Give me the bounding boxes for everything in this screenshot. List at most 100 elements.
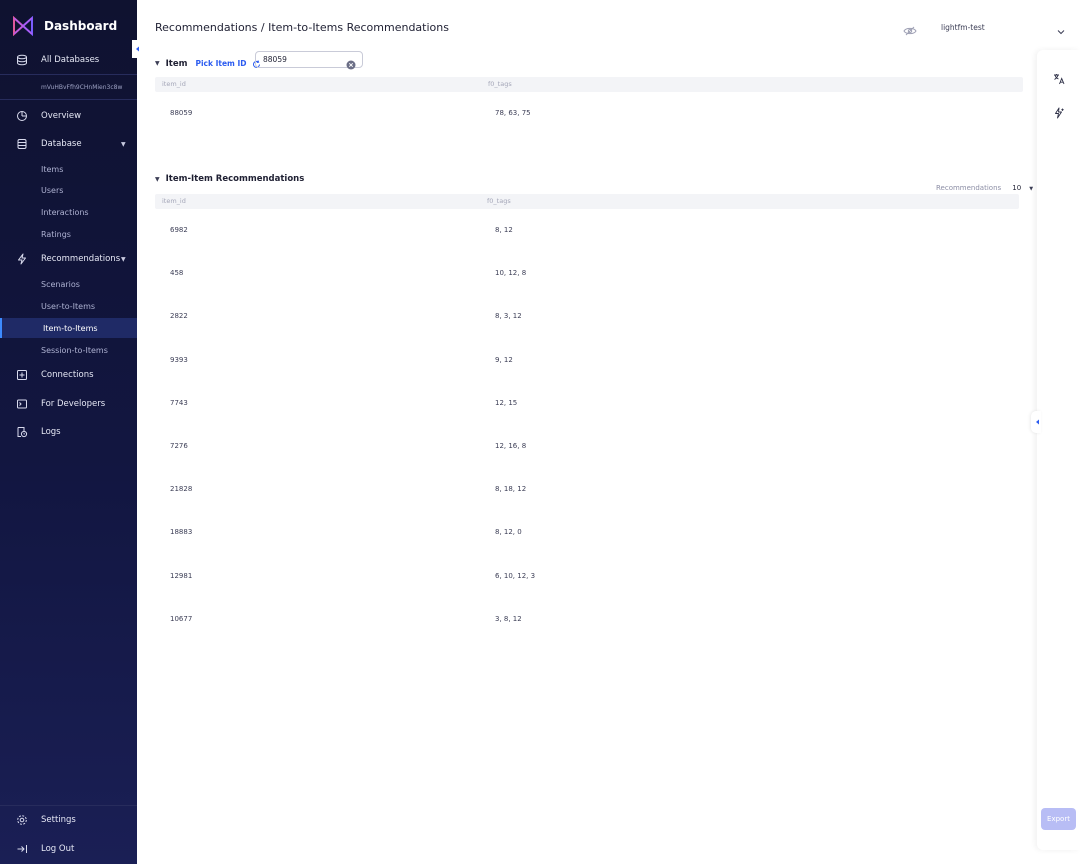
recommendations-count-select[interactable]: Recommendations 10 ▼ [936, 175, 1033, 194]
sidebar-item-all-databases[interactable]: All Databases [0, 49, 137, 71]
cell-item-id: 9393 [170, 356, 188, 364]
export-button[interactable]: Export [1041, 808, 1076, 830]
chevron-left-icon [1036, 419, 1039, 425]
sidebar-sub-label: Ratings [41, 229, 71, 239]
sidebar-item-item-to-items[interactable]: Item-to-Items [0, 318, 137, 338]
database-id: mVuHBvFfh9CHnMien3c8w [41, 84, 123, 91]
lightning-sparkle-icon[interactable] [1053, 104, 1065, 123]
right-rail-toggle[interactable] [1031, 411, 1041, 433]
sidebar-item-label: For Developers [41, 399, 106, 409]
sidebar-item-items[interactable]: Items [0, 159, 137, 179]
collapse-sidebar-button[interactable] [132, 40, 142, 58]
pick-item-id-link[interactable]: Pick Item ID [195, 59, 246, 68]
logo-icon [13, 16, 33, 36]
sidebar-item-label: Log Out [41, 844, 75, 854]
sidebar-sub-label: Users [41, 185, 64, 195]
cell-item-id: 458 [170, 269, 184, 277]
eye-off-icon[interactable] [903, 22, 917, 41]
logout-icon [15, 842, 29, 856]
column-header-f0-tags: f0_tags [487, 197, 511, 205]
cell-item-id: 18883 [170, 528, 193, 536]
sidebar-item-user-to-items[interactable]: User-to-Items [0, 296, 137, 316]
cell-f0-tags: 78, 63, 75 [495, 109, 531, 117]
pie-chart-icon [15, 109, 29, 123]
cell-f0-tags: 6, 10, 12, 3 [495, 572, 536, 580]
sidebar-item-label: Settings [41, 815, 76, 825]
gear-icon [15, 813, 29, 827]
recommendations-count-value: 10 [1012, 184, 1022, 192]
cell-item-id: 7743 [170, 399, 188, 407]
sidebar-item-for-developers[interactable]: For Developers [0, 393, 137, 415]
sidebar-item-ratings[interactable]: Ratings [0, 224, 137, 244]
item-section-header[interactable]: ▼ Item Pick Item ID [155, 54, 261, 73]
cell-item-id: 7276 [170, 442, 188, 450]
cell-item-id: 21828 [170, 485, 193, 493]
cell-f0-tags: 10, 12, 8 [495, 269, 527, 277]
cell-item-id: 12981 [170, 572, 193, 580]
sidebar-item-label: Connections [41, 370, 94, 380]
cell-f0-tags: 8, 18, 12 [495, 485, 527, 493]
databases-icon [15, 53, 29, 67]
recs-section-title: Item-Item Recommendations [165, 174, 305, 184]
caret-down-icon: ▼ [121, 140, 126, 148]
lightning-icon [15, 252, 29, 266]
sidebar-sub-label: Scenarios [41, 279, 80, 289]
sidebar-item-label: Overview [41, 111, 82, 121]
sidebar-sub-label: Items [41, 164, 64, 174]
breadcrumb: Recommendations / Item-to-Items Recommen… [155, 21, 449, 34]
item-table-header: item_id f0_tags [155, 77, 1023, 92]
sidebar-item-database[interactable]: Database ▼ [0, 133, 137, 155]
sidebar-sub-label: Item-to-Items [43, 323, 98, 333]
sidebar-item-log-out[interactable]: Log Out [0, 838, 137, 860]
divider [0, 99, 137, 100]
brand[interactable]: Dashboard [12, 16, 117, 36]
column-header-item-id: item_id [162, 80, 186, 88]
sidebar-sub-label: Session-to-Items [41, 345, 108, 355]
caret-down-icon: ▼ [121, 255, 126, 263]
sidebar-item-logs[interactable]: Logs [0, 421, 137, 443]
cell-f0-tags: 8, 3, 12 [495, 312, 522, 320]
sidebar-sub-label: Interactions [41, 207, 89, 217]
clear-input-icon[interactable] [346, 55, 356, 74]
cell-f0-tags: 12, 15 [495, 399, 518, 407]
sidebar-item-label: All Databases [41, 55, 100, 65]
cell-item-id: 10677 [170, 615, 193, 623]
sidebar: Dashboard All Databases mVuHBvFfh9CHnMie… [0, 0, 137, 864]
terminal-icon [15, 397, 29, 411]
recs-section-header[interactable]: ▼ Item-Item Recommendations [155, 174, 304, 184]
cell-f0-tags: 12, 16, 8 [495, 442, 527, 450]
recommendations-count-label: Recommendations [936, 184, 1002, 192]
file-clock-icon [15, 425, 29, 439]
translate-icon[interactable] [1053, 70, 1065, 89]
plus-square-icon [15, 368, 29, 382]
sidebar-item-label: Database [41, 139, 82, 149]
sidebar-item-interactions[interactable]: Interactions [0, 202, 137, 222]
sidebar-item-recommendations[interactable]: Recommendations ▼ [0, 248, 137, 270]
chevron-down-icon [1056, 22, 1066, 41]
sidebar-item-connections[interactable]: Connections [0, 364, 137, 386]
item-id-input[interactable]: 88059 [255, 51, 363, 70]
database-select-value: lightfm-test [941, 23, 985, 32]
right-rail [1037, 50, 1080, 850]
divider [0, 805, 137, 806]
cell-f0-tags: 3, 8, 12 [495, 615, 522, 623]
item-section-title: Item [165, 58, 188, 69]
cell-f0-tags: 8, 12 [495, 226, 513, 234]
item-id-input-value: 88059 [263, 55, 287, 64]
sidebar-item-session-to-items[interactable]: Session-to-Items [0, 340, 137, 360]
sidebar-item-users[interactable]: Users [0, 180, 137, 200]
cell-item-id: 2822 [170, 312, 188, 320]
divider [0, 74, 137, 75]
cell-item-id: 6982 [170, 226, 188, 234]
sidebar-item-overview[interactable]: Overview [0, 105, 137, 127]
sidebar-item-label: Logs [41, 427, 61, 437]
brand-title: Dashboard [44, 19, 118, 33]
database-select[interactable]: lightfm-test [941, 22, 1066, 36]
sidebar-item-settings[interactable]: Settings [0, 809, 137, 831]
database-icon [15, 137, 29, 151]
caret-down-icon: ▼ [155, 175, 160, 183]
chevron-left-icon [135, 46, 139, 52]
sidebar-sub-label: User-to-Items [41, 301, 96, 311]
caret-down-icon: ▼ [1029, 186, 1034, 192]
sidebar-item-scenarios[interactable]: Scenarios [0, 274, 137, 294]
